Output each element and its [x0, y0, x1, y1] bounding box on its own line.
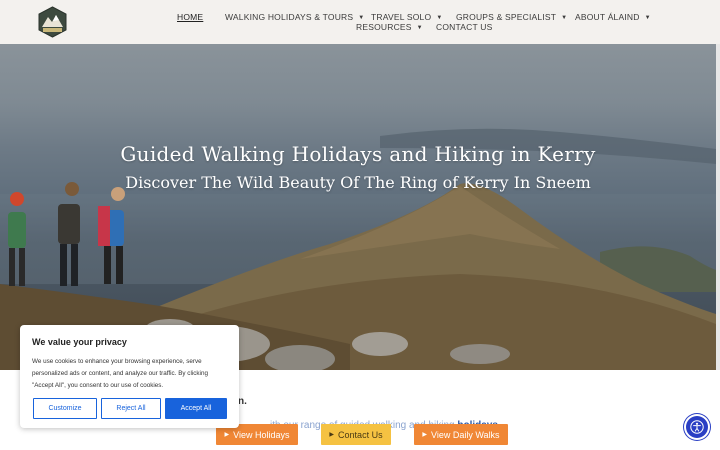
accept-all-button[interactable]: Accept All — [165, 398, 227, 419]
play-arrow-icon: ▶ — [422, 432, 428, 438]
contact-us-button[interactable]: ▶ Contact Us — [321, 424, 391, 445]
hero-subtitle: Discover The Wild Beauty Of The Ring of … — [125, 173, 591, 192]
alaind-logo[interactable] — [38, 6, 67, 38]
nav-label: WALKING HOLIDAYS & TOURS — [225, 12, 354, 22]
cookie-consent-banner: We value your privacy We use cookies to … — [20, 325, 239, 428]
cookie-title: We value your privacy — [32, 337, 127, 347]
chevron-down-icon: ▼ — [561, 15, 568, 21]
nav-label: RESOURCES — [356, 22, 412, 32]
chevron-down-icon: ▼ — [358, 15, 365, 21]
accessibility-button[interactable] — [686, 416, 708, 438]
hero-banner: Guided Walking Holidays and Hiking in Ke… — [0, 44, 716, 370]
scrollbar[interactable] — [716, 44, 720, 370]
view-daily-walks-button[interactable]: ▶ View Daily Walks — [414, 424, 508, 445]
cookie-button-row: Customize Reject All Accept All — [33, 398, 227, 419]
nav-contact[interactable]: CONTACT US — [436, 22, 492, 32]
intro-text-fragment: n. — [238, 396, 247, 407]
nav-travel-solo[interactable]: TRAVEL SOLO ▼ — [371, 12, 442, 22]
nav-home[interactable]: HOME — [177, 12, 203, 22]
reject-all-button[interactable]: Reject All — [101, 398, 161, 419]
chevron-down-icon: ▼ — [416, 25, 423, 31]
hero-landscape-image — [0, 128, 716, 370]
button-label: View Holidays — [233, 429, 290, 440]
button-label: View Daily Walks — [431, 429, 500, 440]
site-header: HOME WALKING HOLIDAYS & TOURS ▼ TRAVEL SO… — [0, 0, 720, 44]
nav-label: TRAVEL SOLO — [371, 12, 432, 22]
play-arrow-icon: ▶ — [224, 432, 230, 438]
nav-label: HOME — [177, 12, 204, 22]
chevron-down-icon: ▼ — [436, 15, 443, 21]
chevron-down-icon: ▼ — [644, 15, 651, 21]
nav-label: GROUPS & SPECIALIST — [456, 12, 557, 22]
nav-walking-holidays[interactable]: WALKING HOLIDAYS & TOURS ▼ — [225, 12, 364, 22]
button-label: Contact Us — [338, 429, 383, 440]
play-arrow-icon: ▶ — [329, 432, 335, 438]
nav-groups-specialist[interactable]: GROUPS & SPECIALIST ▼ — [456, 12, 567, 22]
accessibility-icon — [690, 420, 704, 434]
nav-resources[interactable]: RESOURCES ▼ — [356, 22, 423, 32]
nav-about[interactable]: ABOUT ÁLAIND ▼ — [575, 12, 651, 22]
customize-button[interactable]: Customize — [33, 398, 97, 419]
hero-title: Guided Walking Holidays and Hiking in Ke… — [120, 142, 596, 166]
nav-label: CONTACT US — [436, 22, 493, 32]
cookie-body: We use cookies to enhance your browsing … — [32, 358, 208, 389]
nav-label: ABOUT ÁLAIND — [575, 12, 640, 22]
